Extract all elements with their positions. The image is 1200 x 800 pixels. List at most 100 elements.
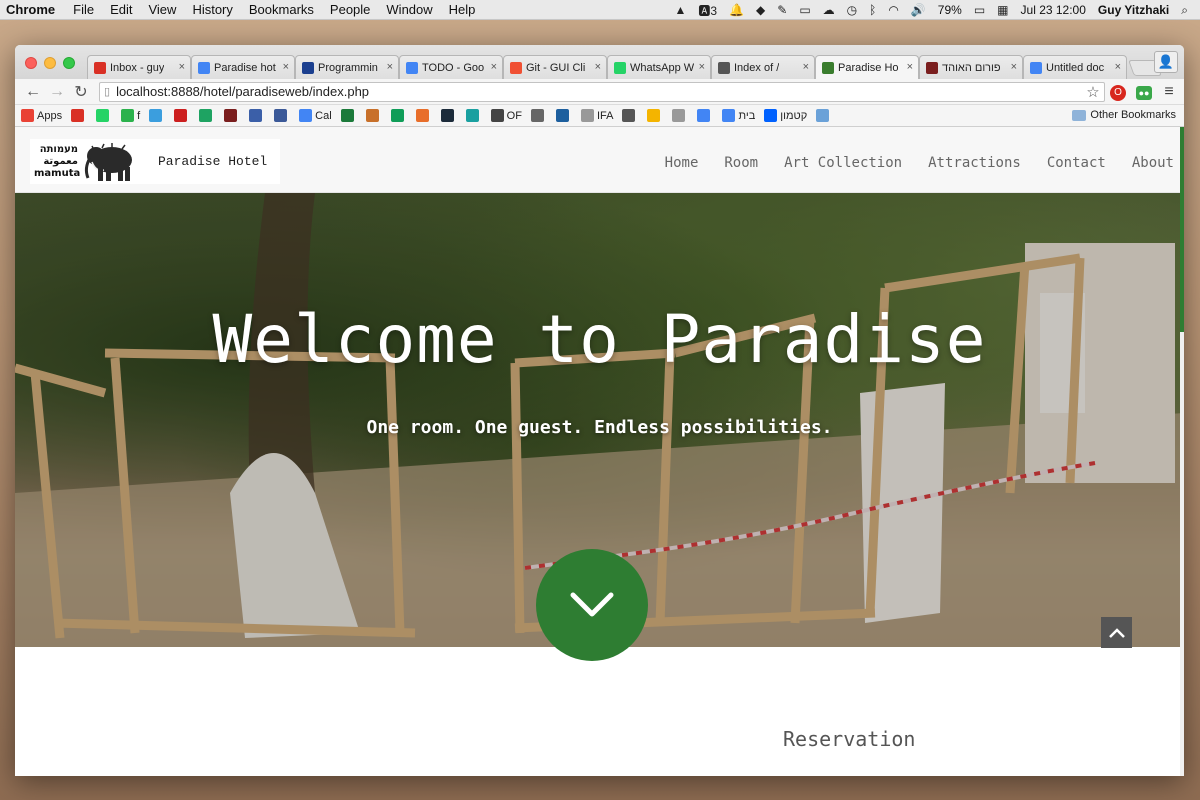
- menu-people[interactable]: People: [330, 2, 370, 17]
- close-tab-icon[interactable]: ×: [595, 61, 601, 73]
- close-tab-icon[interactable]: ×: [1115, 61, 1121, 73]
- bookmark-item[interactable]: [530, 109, 547, 122]
- browser-tab[interactable]: Git - GUI Cli ×: [503, 55, 607, 79]
- browser-tab[interactable]: WhatsApp W ×: [607, 55, 711, 79]
- clock[interactable]: Jul 23 12:00: [1021, 3, 1086, 17]
- bookmark-item[interactable]: [274, 109, 290, 122]
- chevron-down-icon: [570, 592, 614, 617]
- close-tab-icon[interactable]: ×: [699, 61, 705, 73]
- reload-icon[interactable]: ↻: [69, 82, 93, 102]
- browser-tab[interactable]: Untitled doc ×: [1023, 55, 1127, 79]
- bookmark-item[interactable]: [816, 109, 832, 122]
- menu-file[interactable]: File: [73, 2, 94, 17]
- bookmark-item[interactable]: Cal: [299, 109, 332, 122]
- page-scrollbar-thumb[interactable]: [1180, 127, 1184, 332]
- menu-view[interactable]: View: [148, 2, 176, 17]
- nav-art-collection[interactable]: Art Collection: [784, 155, 902, 171]
- close-tab-icon[interactable]: ×: [1011, 61, 1017, 73]
- address-bar[interactable]: ▯ localhost:8888/hotel/paradiseweb/index…: [99, 81, 1105, 102]
- close-tab-icon[interactable]: ×: [283, 61, 289, 73]
- close-tab-icon[interactable]: ×: [491, 61, 497, 73]
- bookmark-item[interactable]: [647, 109, 663, 122]
- notification-icon[interactable]: 🅰3: [698, 2, 717, 19]
- close-window-button[interactable]: [25, 57, 37, 69]
- window-icon[interactable]: ▭: [799, 3, 810, 17]
- drive-status-icon[interactable]: ▲: [674, 3, 686, 17]
- time-machine-icon[interactable]: ◷: [847, 3, 857, 17]
- back-icon[interactable]: ←: [21, 83, 45, 101]
- flag-icon[interactable]: ▦: [997, 3, 1008, 17]
- bookmark-item[interactable]: [340, 109, 357, 122]
- other-bookmarks[interactable]: Other Bookmarks: [1072, 109, 1176, 121]
- profile-icon[interactable]: 👤: [1154, 51, 1178, 73]
- bookmark-item[interactable]: קטמון: [764, 109, 807, 122]
- bell-icon[interactable]: 🔔: [729, 3, 744, 17]
- bookmark-item[interactable]: Apps: [21, 109, 62, 122]
- edit-icon[interactable]: ✎: [777, 3, 787, 17]
- bookmark-item[interactable]: [365, 109, 382, 122]
- zoom-window-button[interactable]: [63, 57, 75, 69]
- bookmark-item[interactable]: [149, 109, 165, 122]
- battery-percent[interactable]: 79%: [938, 3, 962, 17]
- browser-tab[interactable]: Paradise hot ×: [191, 55, 295, 79]
- spotlight-icon[interactable]: ⌕: [1181, 3, 1188, 18]
- bookmark-item[interactable]: בית: [722, 109, 755, 122]
- browser-tab[interactable]: פורום האוהד ×: [919, 55, 1023, 79]
- wifi-icon[interactable]: ◠: [888, 3, 898, 17]
- bookmark-item[interactable]: [249, 109, 265, 122]
- bookmark-item[interactable]: [697, 109, 713, 122]
- bookmark-item[interactable]: [440, 109, 457, 122]
- bookmark-item[interactable]: OF: [490, 109, 522, 122]
- menu-window[interactable]: Window: [386, 2, 432, 17]
- close-tab-icon[interactable]: ×: [387, 61, 393, 73]
- close-tab-icon[interactable]: ×: [907, 61, 913, 73]
- nav-room[interactable]: Room: [724, 155, 758, 171]
- dropbox-status-icon[interactable]: ◆: [756, 3, 765, 17]
- browser-tab[interactable]: Programmin ×: [295, 55, 399, 79]
- bookmark-item[interactable]: [390, 109, 407, 122]
- page-scrollbar[interactable]: [1180, 127, 1184, 776]
- bookmark-item[interactable]: [415, 109, 432, 122]
- nav-home[interactable]: Home: [665, 155, 699, 171]
- bookmark-item[interactable]: f: [121, 109, 140, 122]
- back-to-top-button[interactable]: [1101, 617, 1132, 648]
- nav-about[interactable]: About: [1132, 155, 1174, 171]
- bookmark-item[interactable]: [465, 109, 482, 122]
- nav-attractions[interactable]: Attractions: [928, 155, 1021, 171]
- menu-help[interactable]: Help: [449, 2, 476, 17]
- nav-contact[interactable]: Contact: [1047, 155, 1106, 171]
- bookmark-item[interactable]: [224, 109, 240, 122]
- battery-icon[interactable]: ▭: [974, 3, 985, 17]
- bookmark-item[interactable]: [199, 109, 215, 122]
- menu-history[interactable]: History: [192, 2, 232, 17]
- extension-green-icon[interactable]: ●●: [1131, 84, 1157, 100]
- bookmark-item[interactable]: [96, 109, 112, 122]
- minimize-window-button[interactable]: [44, 57, 56, 69]
- forward-icon[interactable]: →: [45, 83, 69, 101]
- volume-icon[interactable]: 🔊: [911, 3, 926, 17]
- app-menu[interactable]: Chrome: [6, 2, 55, 17]
- close-tab-icon[interactable]: ×: [179, 61, 185, 73]
- browser-tab[interactable]: TODO - Goo ×: [399, 55, 503, 79]
- bookmark-item[interactable]: [672, 109, 688, 122]
- cloud-icon[interactable]: ☁: [823, 3, 835, 17]
- scroll-down-button[interactable]: [536, 549, 648, 661]
- browser-tab[interactable]: Inbox - guy ×: [87, 55, 191, 79]
- extension-red-icon[interactable]: O: [1105, 83, 1131, 101]
- bookmark-item[interactable]: [174, 109, 190, 122]
- user-name[interactable]: Guy Yitzhaki: [1098, 3, 1169, 17]
- bookmark-item[interactable]: [71, 109, 87, 122]
- menu-edit[interactable]: Edit: [110, 2, 132, 17]
- close-tab-icon[interactable]: ×: [803, 61, 809, 73]
- browser-tab[interactable]: Index of / ×: [711, 55, 815, 79]
- bookmark-item[interactable]: [622, 109, 638, 122]
- browser-tab[interactable]: Paradise Ho ×: [815, 55, 919, 79]
- bookmark-item[interactable]: [555, 109, 572, 122]
- browser-menu-icon[interactable]: ≡: [1157, 83, 1181, 101]
- url-text[interactable]: localhost:8888/hotel/paradiseweb/index.p…: [116, 84, 1082, 99]
- bluetooth-icon[interactable]: ᛒ: [869, 3, 876, 17]
- menu-bookmarks[interactable]: Bookmarks: [249, 2, 314, 17]
- bookmark-item[interactable]: IFA: [580, 109, 613, 122]
- bookmark-star-icon[interactable]: ☆: [1082, 83, 1104, 101]
- logo[interactable]: מעמותה معموتة mamuta Paradise Hotel: [30, 139, 280, 184]
